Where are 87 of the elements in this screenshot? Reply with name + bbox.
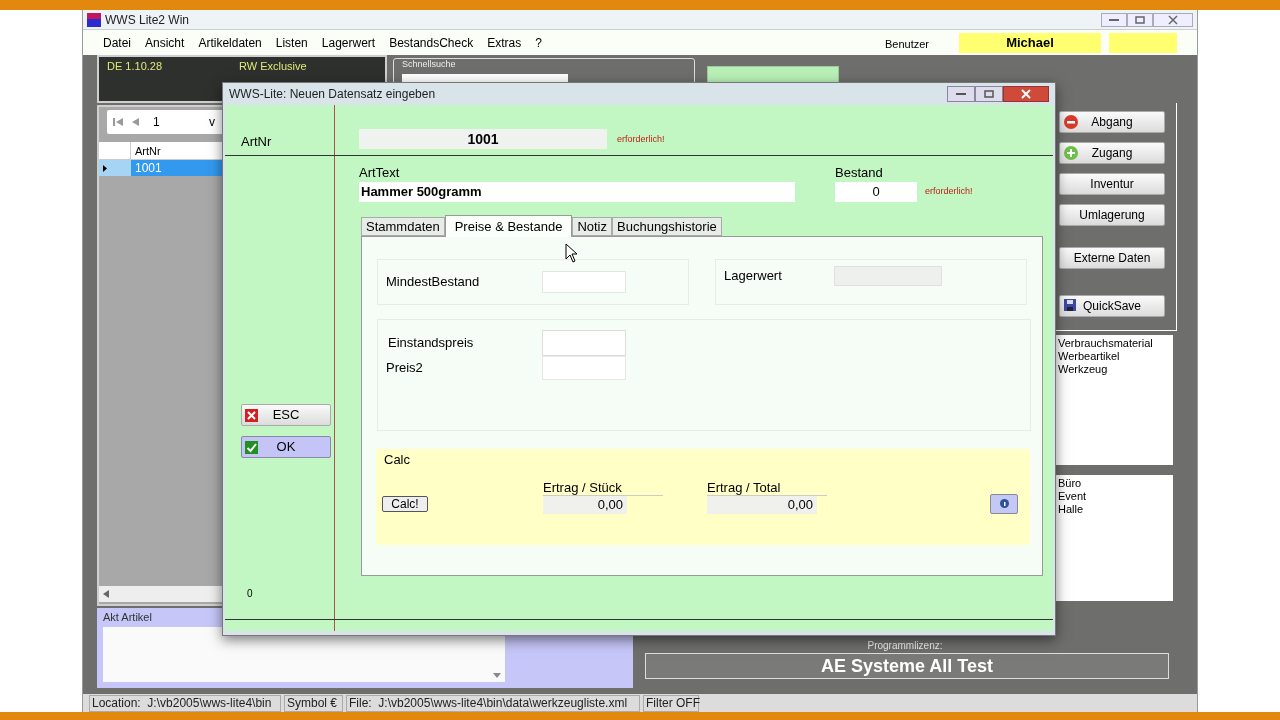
first-record-icon[interactable] xyxy=(113,117,123,127)
scroll-left-icon[interactable] xyxy=(103,590,109,598)
purchase-price-field[interactable] xyxy=(542,330,626,356)
plus-icon xyxy=(1064,146,1078,160)
status-text: Filter OFF xyxy=(643,694,699,712)
menu-item[interactable]: Extras xyxy=(487,33,522,52)
close-icon xyxy=(1168,14,1178,25)
list-item[interactable]: Werbeartikel xyxy=(1058,350,1173,363)
minimum-stock-field[interactable] xyxy=(542,271,626,293)
dialog-title: WWS-Lite: Neuen Datensatz eingeben xyxy=(229,86,436,103)
action-button[interactable]: Zugang xyxy=(1059,142,1165,164)
close-button[interactable] xyxy=(1003,86,1049,102)
article-text-field[interactable]: Hammer 500gramm xyxy=(359,182,795,202)
dialog-button[interactable]: OK xyxy=(241,436,331,458)
field-label: Bestand xyxy=(835,166,884,180)
article-number-field[interactable]: 1001 xyxy=(359,129,607,149)
row-header[interactable] xyxy=(99,160,131,176)
menu-item[interactable]: Listen xyxy=(275,33,308,52)
menu-item[interactable]: Lagerwert xyxy=(321,33,376,52)
action-button[interactable]: Inventur xyxy=(1059,173,1165,195)
version-text: DE 1.10.28 xyxy=(107,59,164,74)
help-icon xyxy=(999,499,1009,508)
minimize-icon xyxy=(956,92,966,96)
menu-item[interactable]: Datei xyxy=(103,33,131,52)
menu-item[interactable]: ? xyxy=(535,33,542,52)
field-label: Ertrag / Stück xyxy=(543,479,663,496)
close-icon xyxy=(1021,89,1031,99)
minimize-button[interactable] xyxy=(947,86,975,102)
list-item[interactable]: Werkzeug xyxy=(1058,363,1173,376)
stock-field[interactable]: 0 xyxy=(835,182,917,202)
minimize-button[interactable] xyxy=(1101,12,1127,27)
price-2-field[interactable] xyxy=(542,356,626,380)
action-button[interactable]: Externe Daten xyxy=(1059,247,1165,269)
app-icon xyxy=(87,12,101,27)
tab[interactable]: Buchungshistorie xyxy=(612,217,722,236)
action-button[interactable]: QuickSave xyxy=(1059,295,1165,317)
check-icon xyxy=(245,441,258,454)
maximize-icon xyxy=(984,90,994,98)
required-hint: erforderlich! xyxy=(925,185,973,199)
previous-record-icon[interactable] xyxy=(131,117,139,127)
field-label: Preis2 xyxy=(386,359,424,378)
maximize-icon xyxy=(1135,15,1145,24)
license-label: Programmlizenz: xyxy=(867,639,943,653)
action-button[interactable]: Abgang xyxy=(1059,111,1165,133)
maximize-button[interactable] xyxy=(975,86,1003,102)
group-label: Schnellsuche xyxy=(402,58,457,71)
field-label: MindestBestand xyxy=(386,273,481,292)
list-item[interactable]: Büro xyxy=(1058,477,1173,490)
cross-icon xyxy=(245,409,258,422)
menu-item[interactable]: Ansicht xyxy=(145,33,185,52)
dialog-button[interactable]: ESC xyxy=(241,404,331,426)
calc-button[interactable]: Calc! xyxy=(382,495,428,512)
record-counter: 0 xyxy=(246,587,254,601)
field-label: Ertrag / Total xyxy=(707,479,827,496)
status-text: File: J:\vb2005\wws-lite4\bin\data\werkzeugliste.xml xyxy=(346,694,640,712)
close-button[interactable] xyxy=(1153,12,1193,27)
tab[interactable]: Preise & Bestande xyxy=(444,215,573,237)
field-label: ArtText xyxy=(359,166,401,180)
tab[interactable]: Stammdaten xyxy=(361,217,445,236)
status-text: Location: J:\vb2005\wws-lite4\bin xyxy=(89,694,281,712)
field-label: Einstandspreis xyxy=(387,334,475,353)
required-hint: erforderlich! xyxy=(617,133,665,146)
field-label: Lagerwert xyxy=(724,267,783,285)
record-position: 1 xyxy=(153,114,161,131)
mouse-cursor-icon xyxy=(565,243,578,263)
user-label: Benutzer xyxy=(884,37,929,53)
license-value: AE Systeme All Test xyxy=(645,653,1169,679)
action-button[interactable]: Umlagerung xyxy=(1059,204,1165,226)
tab[interactable]: Notiz xyxy=(572,217,612,236)
menu-item[interactable]: BestandsCheck xyxy=(389,33,474,52)
minus-icon xyxy=(1064,115,1078,129)
edition-text: RW Exclusive xyxy=(239,59,307,74)
record-count-text: v xyxy=(209,114,215,131)
dropdown-arrow-icon[interactable] xyxy=(493,673,501,678)
status-text: Symbol € xyxy=(284,694,343,712)
group-label: Calc xyxy=(383,451,411,469)
menu-item[interactable]: Artikeldaten xyxy=(198,33,262,52)
user-field: Michael xyxy=(959,32,1101,53)
group-label: Akt Artikel xyxy=(103,610,153,625)
list-item[interactable]: Event xyxy=(1058,490,1173,503)
list-item[interactable]: Halle xyxy=(1058,503,1173,516)
field-label: ArtNr xyxy=(241,134,272,149)
list-item[interactable]: Verbrauchsmaterial xyxy=(1058,337,1173,350)
window-title: WWS Lite2 Win xyxy=(105,11,189,29)
help-button[interactable] xyxy=(990,493,1018,514)
maximize-button[interactable] xyxy=(1127,12,1153,27)
current-row-icon xyxy=(103,164,107,172)
